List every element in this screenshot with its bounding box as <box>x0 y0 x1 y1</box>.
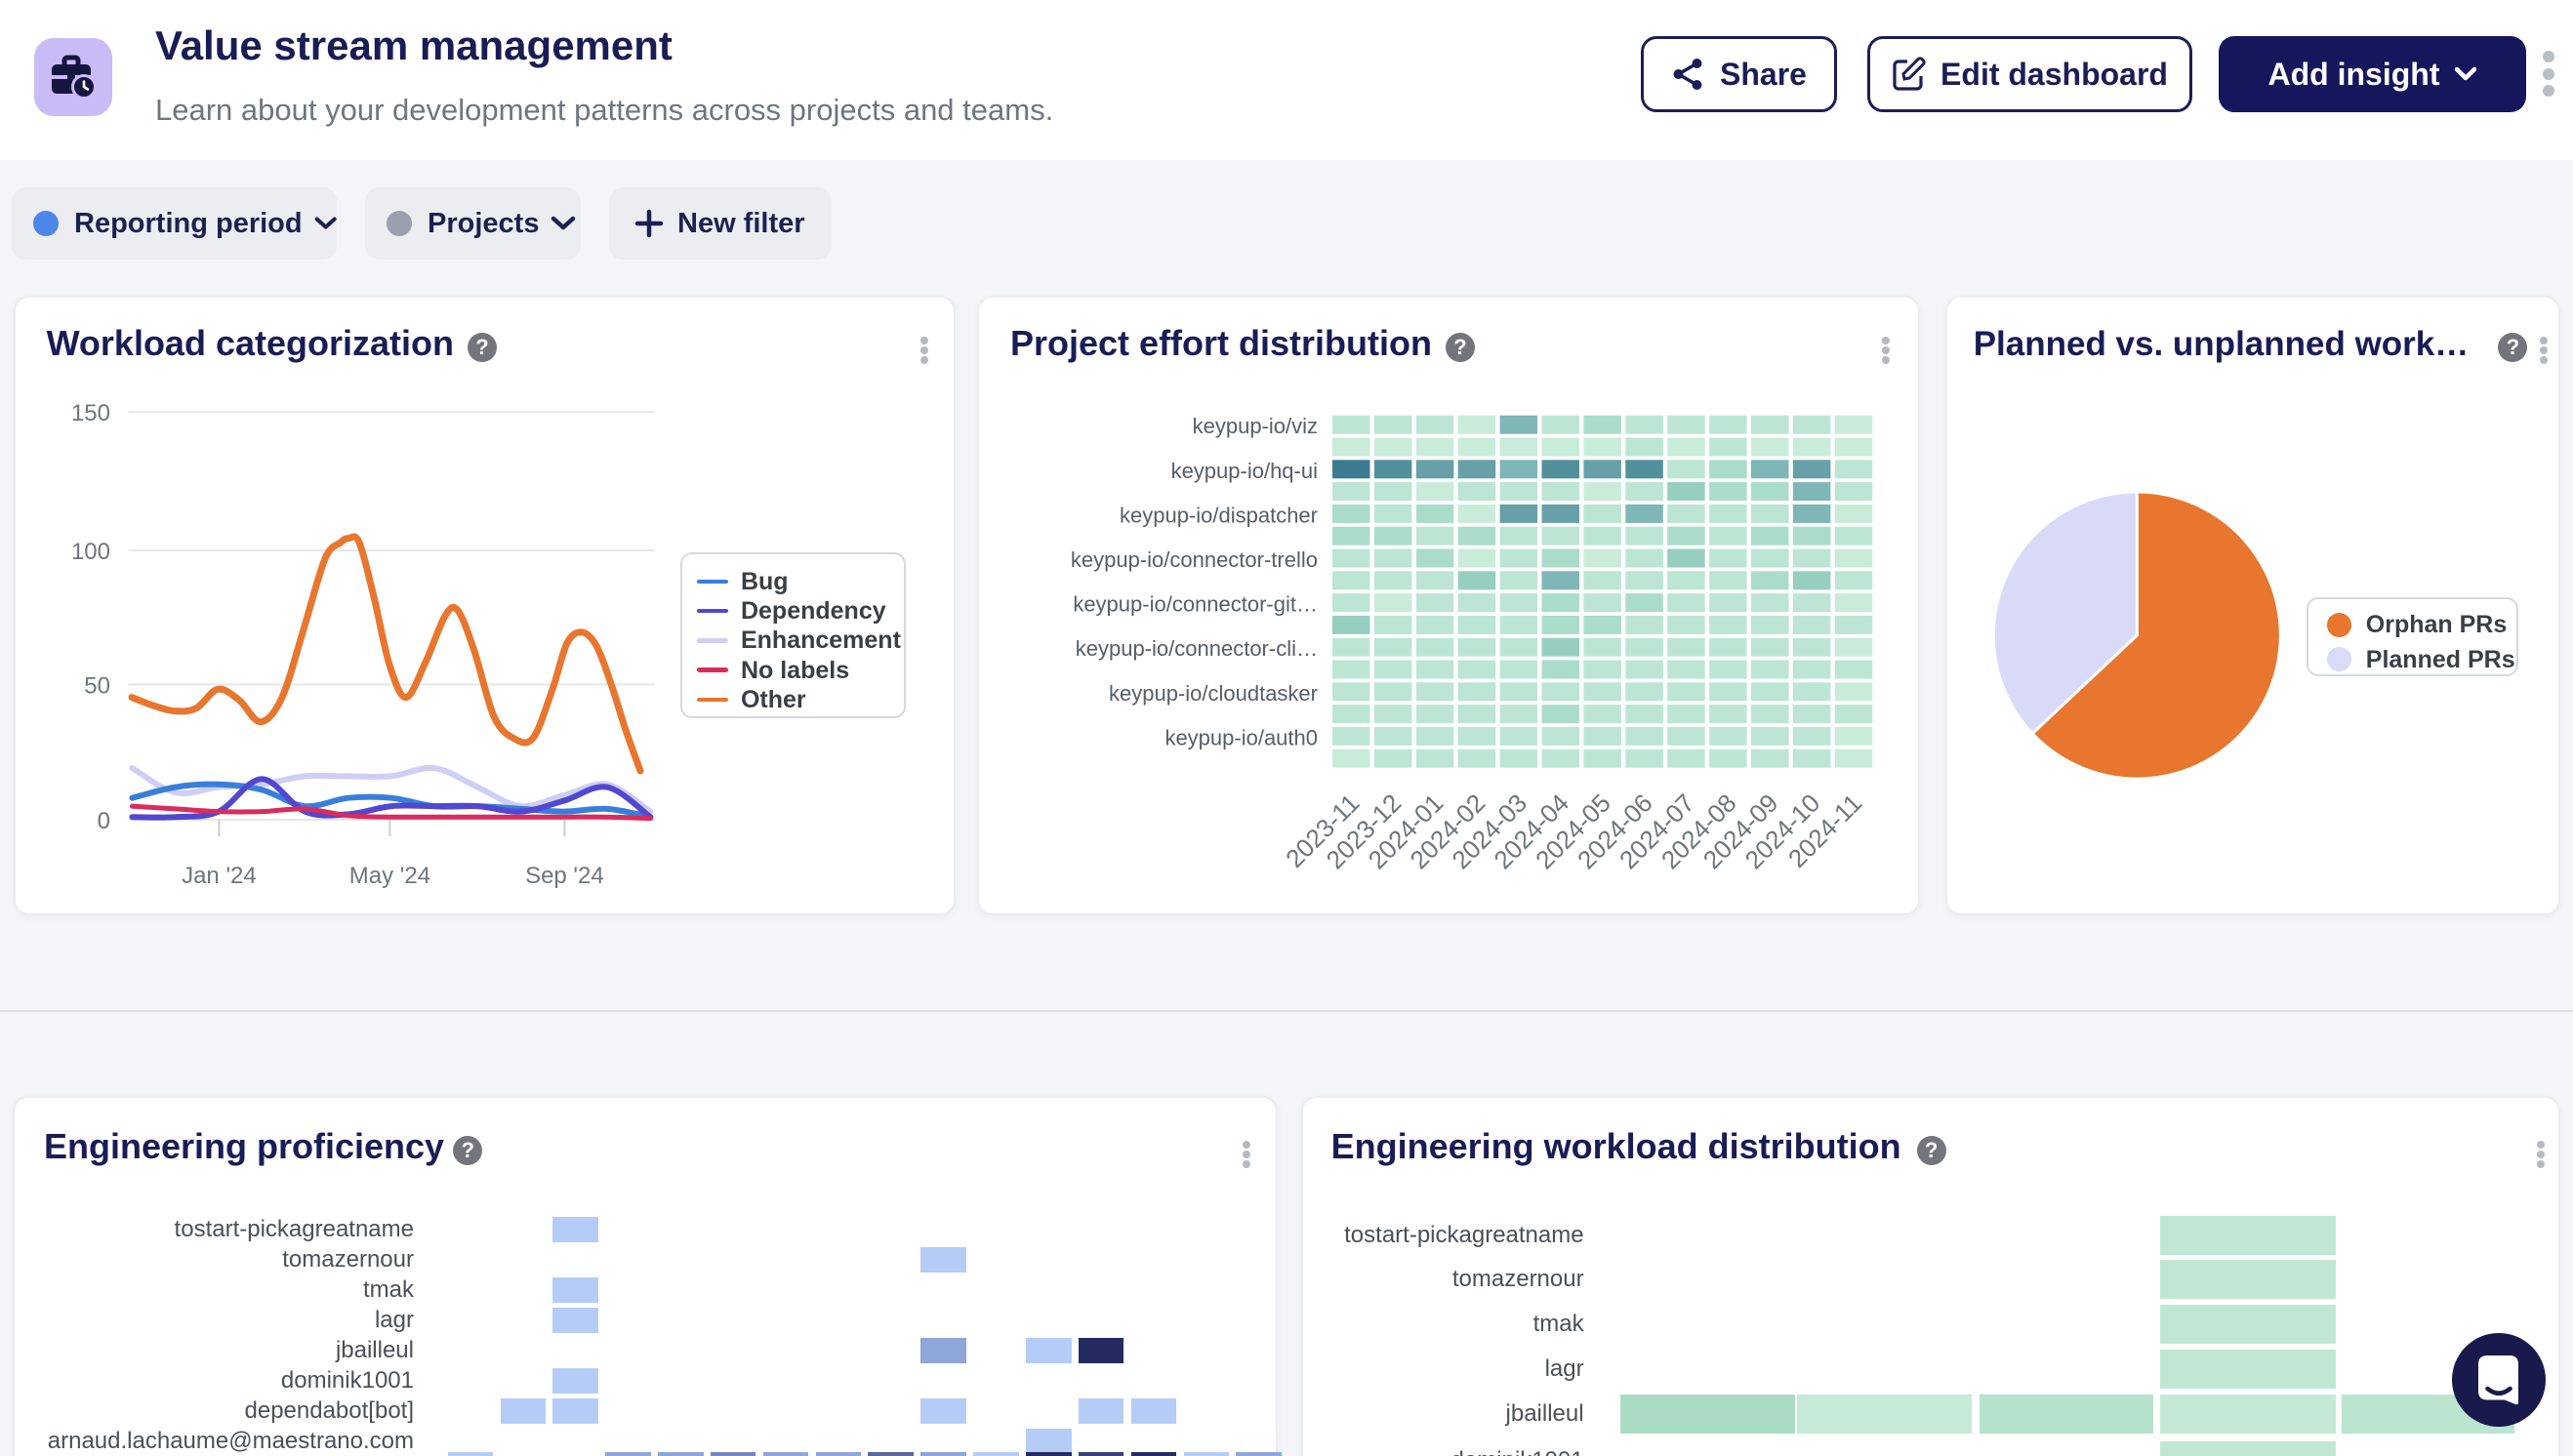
svg-text:keypup-io/connector-cli…: keypup-io/connector-cli… <box>1076 636 1318 661</box>
svg-text:Jan '24: Jan '24 <box>182 863 257 889</box>
svg-text:Sep '24: Sep '24 <box>525 863 604 889</box>
svg-text:keypup-io/connector-trello: keypup-io/connector-trello <box>1071 547 1318 572</box>
svg-text:150: 150 <box>71 400 110 426</box>
svg-text:keypup-io/connector-git…: keypup-io/connector-git… <box>1073 592 1318 617</box>
svg-text:0: 0 <box>97 808 109 834</box>
svg-text:keypup-io/cloudtasker: keypup-io/cloudtasker <box>1109 681 1318 706</box>
svg-text:keypup-io/dispatcher: keypup-io/dispatcher <box>1120 503 1318 527</box>
svg-text:50: 50 <box>84 672 110 699</box>
svg-text:100: 100 <box>71 539 110 565</box>
svg-text:May '24: May '24 <box>348 863 429 889</box>
svg-text:keypup-io/hq-ui: keypup-io/hq-ui <box>1171 459 1318 483</box>
svg-text:keypup-io/viz: keypup-io/viz <box>1193 414 1318 438</box>
svg-text:keypup-io/auth0: keypup-io/auth0 <box>1164 725 1318 749</box>
